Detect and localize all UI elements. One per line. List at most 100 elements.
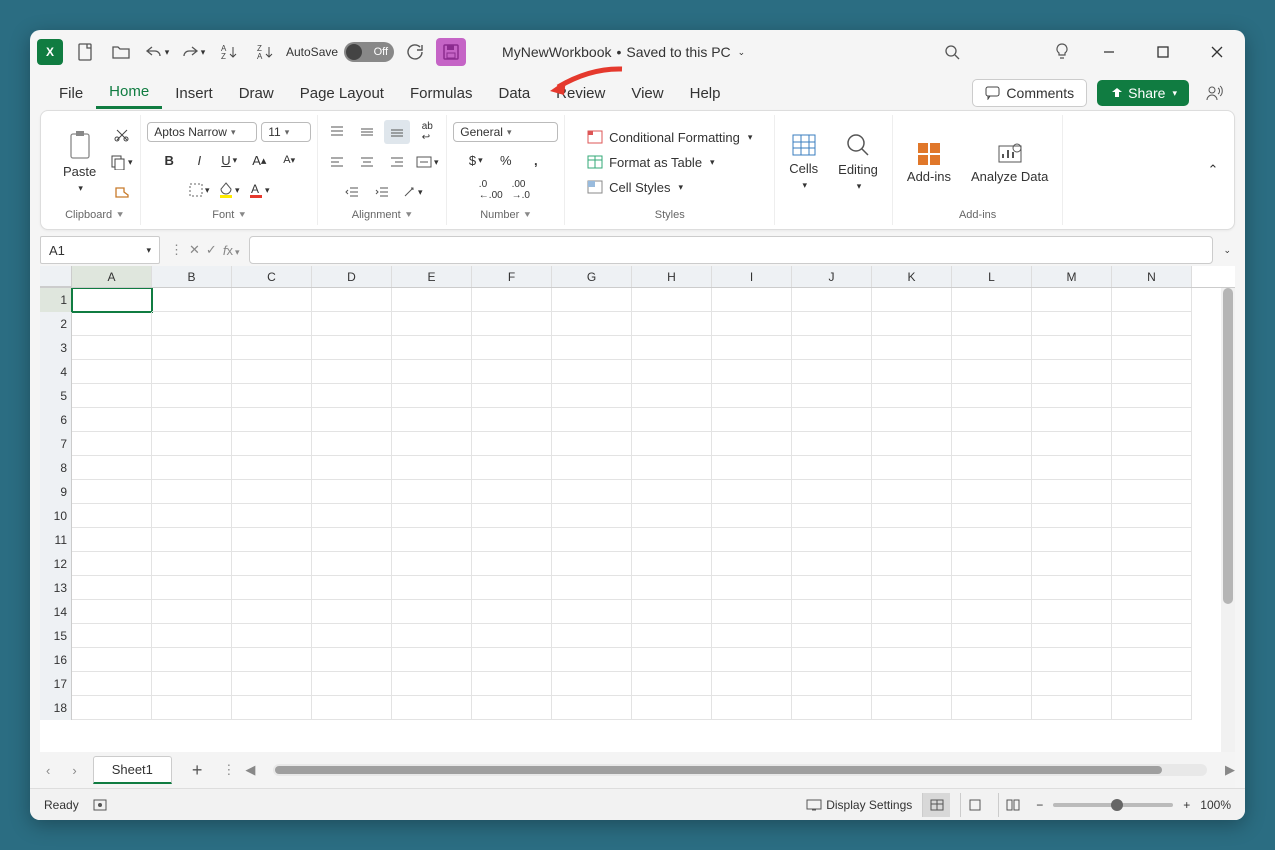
cell[interactable] — [1032, 480, 1112, 504]
tab-formulas[interactable]: Formulas — [397, 79, 486, 108]
cell[interactable] — [472, 432, 552, 456]
tab-view[interactable]: View — [618, 79, 676, 108]
cell[interactable] — [72, 576, 152, 600]
cell[interactable] — [1032, 288, 1112, 312]
cell[interactable] — [232, 552, 312, 576]
cell[interactable] — [232, 336, 312, 360]
cell[interactable] — [1112, 336, 1192, 360]
cell[interactable] — [792, 408, 872, 432]
cell[interactable] — [872, 504, 952, 528]
cell[interactable] — [792, 552, 872, 576]
cell[interactable] — [632, 528, 712, 552]
cell[interactable] — [312, 336, 392, 360]
tab-page-layout[interactable]: Page Layout — [287, 79, 397, 108]
column-header[interactable]: F — [472, 266, 552, 287]
row-header[interactable]: 16 — [40, 648, 72, 672]
tab-file[interactable]: File — [46, 79, 96, 108]
font-color-icon[interactable]: A▾ — [246, 178, 272, 202]
cell[interactable] — [1032, 600, 1112, 624]
cell[interactable] — [552, 360, 632, 384]
cell[interactable] — [872, 648, 952, 672]
cell[interactable] — [312, 456, 392, 480]
cell[interactable] — [392, 696, 472, 720]
cell[interactable] — [472, 384, 552, 408]
row-header[interactable]: 4 — [40, 360, 72, 384]
cell[interactable] — [552, 552, 632, 576]
cell[interactable] — [632, 600, 712, 624]
cell[interactable] — [792, 648, 872, 672]
row-header[interactable]: 17 — [40, 672, 72, 696]
comma-icon[interactable]: , — [523, 148, 549, 172]
cell[interactable] — [712, 552, 792, 576]
cell[interactable] — [872, 696, 952, 720]
cell[interactable] — [952, 456, 1032, 480]
cell[interactable] — [472, 552, 552, 576]
cell[interactable] — [472, 528, 552, 552]
scroll-left-icon[interactable]: ◀ — [245, 762, 255, 778]
cell[interactable] — [952, 288, 1032, 312]
fx-icon[interactable]: fx▾ — [223, 243, 240, 258]
cell[interactable] — [72, 336, 152, 360]
cell[interactable] — [712, 408, 792, 432]
cell[interactable] — [232, 456, 312, 480]
cell[interactable] — [152, 456, 232, 480]
cell[interactable] — [1112, 480, 1192, 504]
cell[interactable] — [392, 384, 472, 408]
cell[interactable] — [552, 456, 632, 480]
cell[interactable] — [552, 624, 632, 648]
cell[interactable] — [72, 288, 152, 312]
cell[interactable] — [952, 408, 1032, 432]
cell[interactable] — [1112, 456, 1192, 480]
row-header[interactable]: 14 — [40, 600, 72, 624]
cell[interactable] — [792, 432, 872, 456]
cell[interactable] — [952, 480, 1032, 504]
cell[interactable] — [872, 600, 952, 624]
vertical-scrollbar[interactable] — [1221, 288, 1235, 752]
cell[interactable] — [952, 624, 1032, 648]
cell[interactable] — [392, 336, 472, 360]
cell[interactable] — [232, 600, 312, 624]
cell[interactable] — [872, 312, 952, 336]
currency-icon[interactable]: $▾ — [463, 148, 489, 172]
cell[interactable] — [312, 624, 392, 648]
more-options-icon[interactable]: ⋮ — [170, 242, 183, 258]
cell[interactable] — [792, 480, 872, 504]
cell[interactable] — [72, 384, 152, 408]
cell[interactable] — [952, 504, 1032, 528]
cell[interactable] — [312, 432, 392, 456]
format-as-table-button[interactable]: Format as Table▾ — [583, 153, 719, 172]
cell[interactable] — [312, 552, 392, 576]
cell[interactable] — [232, 696, 312, 720]
cell[interactable] — [72, 360, 152, 384]
column-header[interactable]: B — [152, 266, 232, 287]
cell[interactable] — [72, 672, 152, 696]
name-box[interactable]: A1 ▾ — [40, 236, 160, 264]
display-settings-button[interactable]: Display Settings — [806, 798, 912, 812]
cell[interactable] — [792, 504, 872, 528]
cell[interactable] — [872, 360, 952, 384]
cell[interactable] — [792, 360, 872, 384]
column-header[interactable]: A — [72, 266, 152, 287]
save-icon[interactable] — [436, 38, 466, 66]
cell[interactable] — [952, 528, 1032, 552]
cell[interactable] — [312, 600, 392, 624]
cell[interactable] — [712, 648, 792, 672]
cell[interactable] — [232, 648, 312, 672]
cell[interactable] — [552, 504, 632, 528]
cell[interactable] — [152, 312, 232, 336]
cell[interactable] — [792, 624, 872, 648]
cell[interactable] — [712, 504, 792, 528]
cell[interactable] — [232, 672, 312, 696]
cell[interactable] — [472, 480, 552, 504]
cell[interactable] — [712, 696, 792, 720]
cell[interactable] — [392, 456, 472, 480]
cell[interactable] — [72, 456, 152, 480]
collapse-ribbon-icon[interactable]: ⌃ — [1200, 158, 1226, 182]
tab-home[interactable]: Home — [96, 77, 162, 109]
cell[interactable] — [952, 336, 1032, 360]
cell[interactable] — [232, 624, 312, 648]
underline-button[interactable]: U▾ — [216, 148, 242, 172]
number-launcher-icon[interactable]: ⯆ — [523, 210, 531, 221]
cell[interactable] — [392, 576, 472, 600]
new-file-icon[interactable] — [70, 38, 100, 66]
